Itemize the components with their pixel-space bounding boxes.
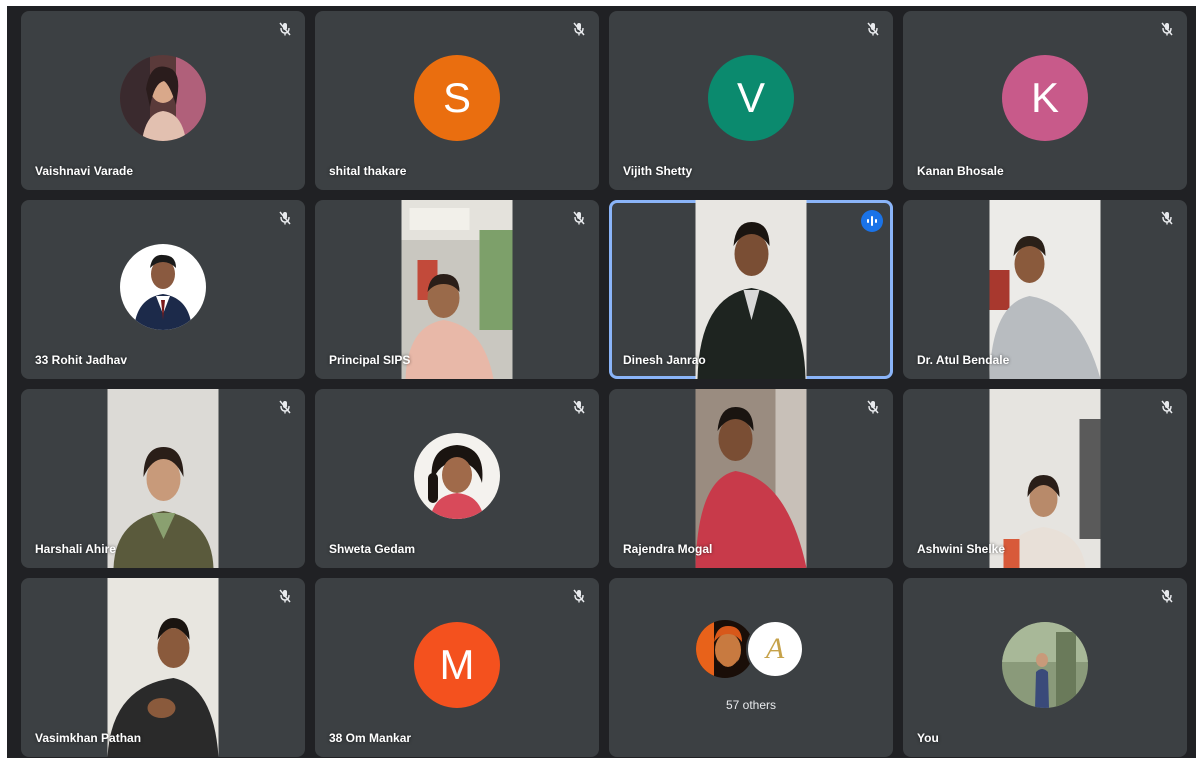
participant-name: Dr. Atul Bendale — [917, 353, 1010, 367]
participant-tile-om[interactable]: M 38 Om Mankar — [315, 578, 599, 757]
mic-off-icon — [571, 588, 587, 604]
video-feed — [695, 200, 807, 379]
participant-tile-vasimkhan[interactable]: Vasimkhan Pathan — [21, 578, 305, 757]
participant-name: Rajendra Mogal — [623, 542, 713, 556]
participant-name: shital thakare — [329, 164, 407, 178]
participant-name: You — [917, 731, 939, 745]
profile-photo-avatar — [1002, 622, 1088, 708]
mic-off-icon — [865, 21, 881, 37]
participant-tile-you[interactable]: You — [903, 578, 1187, 757]
mic-off-icon — [865, 399, 881, 415]
profile-photo-avatar — [120, 244, 206, 330]
video-feed — [989, 389, 1101, 568]
others-tile[interactable]: A 57 others — [609, 578, 893, 757]
participant-name: Vaishnavi Varade — [35, 164, 134, 178]
letter-avatar: S — [414, 55, 500, 141]
participant-tile-dinesh[interactable]: Dinesh Janrao — [609, 200, 893, 379]
mic-off-icon — [277, 588, 293, 604]
meeting-stage: Vaishnavi Varade S shital thakare V Viji… — [7, 6, 1196, 758]
participant-tile-kanan[interactable]: K Kanan Bhosale — [903, 11, 1187, 190]
participant-name: 38 Om Mankar — [329, 731, 412, 745]
profile-photo-avatar — [414, 433, 500, 519]
mic-off-icon — [571, 21, 587, 37]
participant-tile-shital[interactable]: S shital thakare — [315, 11, 599, 190]
mic-off-icon — [277, 399, 293, 415]
mic-off-icon — [1159, 588, 1175, 604]
participant-name: Shweta Gedam — [329, 542, 416, 556]
avatar-letter: S — [442, 74, 471, 121]
participant-tile-vijith[interactable]: V Vijith Shetty — [609, 11, 893, 190]
speaking-indicator-icon — [861, 210, 883, 232]
others-avatar-stack: A — [696, 620, 806, 678]
letter-avatar: K — [1002, 55, 1088, 141]
participant-tile-shweta[interactable]: Shweta Gedam — [315, 389, 599, 568]
letter-avatar: M — [414, 622, 500, 708]
mic-off-icon — [1159, 399, 1175, 415]
mic-off-icon — [277, 210, 293, 226]
others-count-label: 57 others — [725, 698, 777, 712]
mic-off-icon — [571, 210, 587, 226]
participant-grid: Vaishnavi Varade S shital thakare V Viji… — [21, 11, 1187, 757]
participant-tile-vaishnavi[interactable]: Vaishnavi Varade — [21, 11, 305, 190]
participant-name: 33 Rohit Jadhav — [35, 353, 128, 367]
participant-name: Harshali Ahire — [35, 542, 116, 556]
mic-off-icon — [571, 399, 587, 415]
participant-name: Vijith Shetty — [623, 164, 693, 178]
participant-name: Dinesh Janrao — [623, 353, 706, 367]
participant-tile-rohit[interactable]: 33 Rohit Jadhav — [21, 200, 305, 379]
mic-off-icon — [1159, 210, 1175, 226]
participant-tile-ashwini[interactable]: Ashwini Shelke — [903, 389, 1187, 568]
participant-tile-harshali[interactable]: Harshali Ahire — [21, 389, 305, 568]
participant-tile-principal[interactable]: Principal SIPS — [315, 200, 599, 379]
avatar-letter: K — [1030, 74, 1059, 121]
mic-off-icon — [277, 21, 293, 37]
mic-off-icon — [1159, 21, 1175, 37]
avatar-letter: M — [439, 641, 475, 688]
participant-name: Principal SIPS — [329, 353, 411, 367]
participant-name: Kanan Bhosale — [917, 164, 1004, 178]
video-feed — [401, 200, 513, 379]
participant-name: Vasimkhan Pathan — [35, 731, 142, 745]
profile-photo-avatar — [120, 55, 206, 141]
participant-tile-atul[interactable]: Dr. Atul Bendale — [903, 200, 1187, 379]
video-feed — [107, 389, 219, 568]
initial-logo-avatar: A — [746, 620, 804, 678]
avatar-letter: V — [736, 74, 765, 121]
letter-avatar: V — [708, 55, 794, 141]
participant-name: Ashwini Shelke — [917, 542, 1006, 556]
participant-tile-rajendra[interactable]: Rajendra Mogal — [609, 389, 893, 568]
